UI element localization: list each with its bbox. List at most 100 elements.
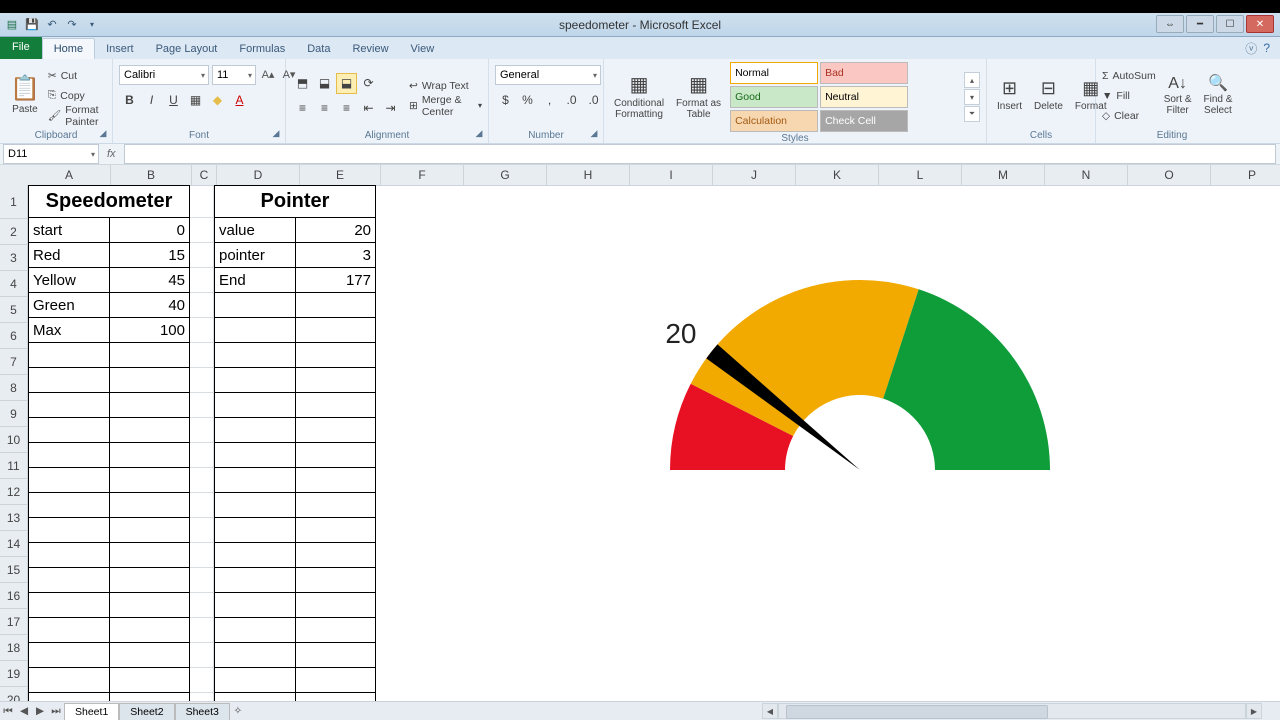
- style-calculation[interactable]: Calculation: [730, 110, 818, 132]
- cell-D18[interactable]: [214, 618, 296, 643]
- cell-B21[interactable]: [110, 693, 190, 701]
- autosum-button[interactable]: ΣAutoSum: [1102, 67, 1156, 85]
- cell-styles-gallery[interactable]: Normal Bad Good Neutral Calculation Chec…: [729, 61, 960, 133]
- row-header-17[interactable]: 17: [0, 609, 28, 635]
- cell-E14[interactable]: [296, 518, 376, 543]
- row-header-6[interactable]: 6: [0, 323, 28, 349]
- cell-E2[interactable]: 20: [296, 218, 376, 243]
- row-header-4[interactable]: 4: [0, 271, 28, 297]
- cell-A2[interactable]: start: [28, 218, 110, 243]
- align-top-button[interactable]: ⬒: [292, 73, 313, 94]
- cell-A12[interactable]: [28, 468, 110, 493]
- decrease-decimal-button[interactable]: .0: [583, 89, 604, 110]
- cell-E15[interactable]: [296, 543, 376, 568]
- cell-D1[interactable]: Pointer: [214, 185, 376, 218]
- orientation-button[interactable]: ⟳: [358, 73, 379, 94]
- align-bottom-button[interactable]: ⬓: [336, 73, 357, 94]
- row-header-10[interactable]: 10: [0, 427, 28, 453]
- number-format-select[interactable]: General: [495, 65, 601, 85]
- cell-C19[interactable]: [190, 643, 214, 668]
- row-header-8[interactable]: 8: [0, 375, 28, 401]
- cell-A19[interactable]: [28, 643, 110, 668]
- find-select-button[interactable]: 🔍Find & Select: [1200, 73, 1237, 119]
- cell-B4[interactable]: 45: [110, 268, 190, 293]
- cell-B2[interactable]: 0: [110, 218, 190, 243]
- cell-A11[interactable]: [28, 443, 110, 468]
- style-normal[interactable]: Normal: [730, 62, 818, 84]
- fill-color-button[interactable]: ◆: [207, 89, 228, 110]
- cell-E4[interactable]: 177: [296, 268, 376, 293]
- cut-button[interactable]: ✂Cut: [48, 67, 106, 85]
- increase-indent-button[interactable]: ⇥: [380, 98, 401, 119]
- format-painter-button[interactable]: 🖌Format Painter: [48, 107, 106, 125]
- cell-E13[interactable]: [296, 493, 376, 518]
- cell-A3[interactable]: Red: [28, 243, 110, 268]
- cell-A21[interactable]: [28, 693, 110, 701]
- cell-C10[interactable]: [190, 418, 214, 443]
- ribbon-minimize-button[interactable]: ⇔: [1156, 15, 1184, 33]
- cell-A5[interactable]: Green: [28, 293, 110, 318]
- col-header-K[interactable]: K: [796, 165, 879, 186]
- row-header-2[interactable]: 2: [0, 219, 28, 245]
- cell-C12[interactable]: [190, 468, 214, 493]
- undo-icon[interactable]: ↶: [44, 17, 60, 33]
- cell-E5[interactable]: [296, 293, 376, 318]
- scroll-thumb[interactable]: [786, 705, 1048, 719]
- cell-C1[interactable]: [190, 185, 214, 218]
- help-icon[interactable]: ?: [1263, 41, 1270, 55]
- cell-B3[interactable]: 15: [110, 243, 190, 268]
- col-header-M[interactable]: M: [962, 165, 1045, 186]
- cell-B5[interactable]: 40: [110, 293, 190, 318]
- col-header-C[interactable]: C: [192, 165, 217, 186]
- cell-A14[interactable]: [28, 518, 110, 543]
- bold-button[interactable]: B: [119, 89, 140, 110]
- cell-A15[interactable]: [28, 543, 110, 568]
- cell-E10[interactable]: [296, 418, 376, 443]
- comma-button[interactable]: ,: [539, 89, 560, 110]
- tab-home[interactable]: Home: [42, 38, 95, 59]
- italic-button[interactable]: I: [141, 89, 162, 110]
- cell-D8[interactable]: [214, 368, 296, 393]
- cell-C17[interactable]: [190, 593, 214, 618]
- cell-B10[interactable]: [110, 418, 190, 443]
- row-header-12[interactable]: 12: [0, 479, 28, 505]
- tab-review[interactable]: Review: [341, 39, 399, 59]
- cell-E19[interactable]: [296, 643, 376, 668]
- cell-A8[interactable]: [28, 368, 110, 393]
- cell-E7[interactable]: [296, 343, 376, 368]
- cell-A10[interactable]: [28, 418, 110, 443]
- style-good[interactable]: Good: [730, 86, 818, 108]
- row-header-11[interactable]: 11: [0, 453, 28, 479]
- increase-decimal-button[interactable]: .0: [561, 89, 582, 110]
- cell-D4[interactable]: End: [214, 268, 296, 293]
- cell-E9[interactable]: [296, 393, 376, 418]
- cell-D15[interactable]: [214, 543, 296, 568]
- cell-E21[interactable]: [296, 693, 376, 701]
- font-name-select[interactable]: Calibri: [119, 65, 209, 85]
- cell-E12[interactable]: [296, 468, 376, 493]
- col-header-F[interactable]: F: [381, 165, 464, 186]
- worksheet[interactable]: ABCDEFGHIJKLMNOP 12345678910111213141516…: [0, 165, 1280, 701]
- col-header-P[interactable]: P: [1211, 165, 1280, 186]
- decrease-indent-button[interactable]: ⇤: [358, 98, 379, 119]
- col-header-H[interactable]: H: [547, 165, 630, 186]
- align-middle-button[interactable]: ⬓: [314, 73, 335, 94]
- cell-D12[interactable]: [214, 468, 296, 493]
- delete-cells-button[interactable]: ⊟Delete: [1030, 77, 1067, 114]
- row-header-18[interactable]: 18: [0, 635, 28, 661]
- clear-button[interactable]: ◇Clear: [1102, 107, 1156, 125]
- fx-icon[interactable]: fx: [99, 148, 124, 160]
- cell-A17[interactable]: [28, 593, 110, 618]
- accounting-button[interactable]: $: [495, 89, 516, 110]
- tab-nav-next[interactable]: ▶: [32, 703, 48, 719]
- sort-filter-button[interactable]: A↓Sort & Filter: [1160, 73, 1196, 119]
- style-scroll-up-icon[interactable]: ▴: [964, 72, 980, 88]
- cell-D16[interactable]: [214, 568, 296, 593]
- copy-button[interactable]: ⎘Copy: [48, 87, 106, 105]
- scroll-left-button[interactable]: ◀: [762, 703, 778, 719]
- col-header-G[interactable]: G: [464, 165, 547, 186]
- cell-B19[interactable]: [110, 643, 190, 668]
- minimize-button[interactable]: ━: [1186, 15, 1214, 33]
- cell-E6[interactable]: [296, 318, 376, 343]
- name-box[interactable]: D11: [3, 144, 99, 164]
